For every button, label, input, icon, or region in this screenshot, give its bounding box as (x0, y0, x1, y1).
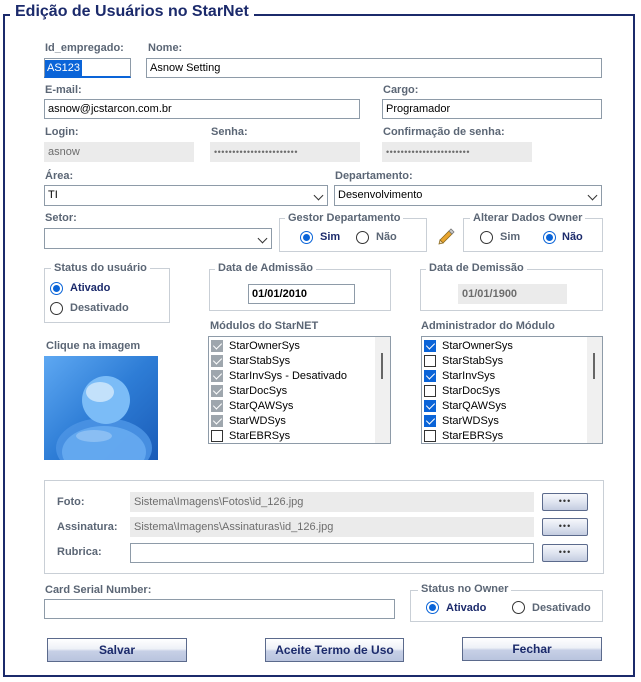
owner-title: Alterar Dados Owner (470, 212, 586, 224)
checkbox-icon[interactable] (424, 355, 436, 367)
status-desativado-label: Desativado (70, 302, 129, 314)
status-usuario-title: Status do usuário (51, 262, 150, 274)
modulos-title: Módulos do StarNET (210, 320, 319, 332)
cargo-label: Cargo: (383, 84, 419, 96)
administrador-title: Administrador do Módulo (421, 320, 555, 332)
login-input[interactable]: asnow (44, 142, 194, 162)
owner-nao-radio[interactable] (543, 231, 556, 244)
scrollbar-thumb[interactable] (381, 353, 383, 379)
checkbox-icon[interactable] (211, 355, 223, 367)
demissao-title: Data de Demissão (426, 262, 527, 274)
area-value: TI (48, 189, 58, 201)
owner-ativado-label: Ativado (446, 602, 487, 614)
owner-sim-radio[interactable] (480, 231, 493, 244)
admissao-title: Data de Admissão (215, 262, 316, 274)
checkbox-icon[interactable] (424, 415, 436, 427)
cargo-input[interactable]: Programador (382, 99, 602, 119)
setor-select[interactable] (44, 228, 272, 249)
user-avatar-icon (56, 376, 152, 460)
photo-label: Clique na imagem (46, 340, 141, 352)
departamento-select[interactable]: Desenvolvimento (334, 185, 602, 206)
checkbox-icon[interactable] (211, 430, 223, 442)
rubrica-label: Rubrica: (57, 546, 102, 558)
gestor-sim-label: Sim (320, 231, 341, 243)
checkbox-icon[interactable] (211, 400, 223, 412)
owner-desativado-label: Desativado (532, 602, 591, 614)
gestor-nao-label: Não (376, 231, 397, 243)
id-empregado-value: AS123 (45, 60, 83, 76)
login-label: Login: (45, 126, 79, 138)
area-label: Área: (45, 170, 74, 182)
rubrica-browse-button[interactable]: ••• (542, 544, 588, 562)
email-label: E-mail: (45, 84, 82, 96)
assinatura-browse-button[interactable]: ••• (542, 518, 588, 536)
confirmacao-input[interactable]: ••••••••••••••••••••••• (382, 142, 532, 162)
area-select[interactable]: TI (44, 185, 328, 206)
checkbox-icon[interactable] (211, 370, 223, 382)
card-serial-input[interactable] (44, 599, 395, 619)
foto-browse-button[interactable]: ••• (542, 493, 588, 511)
checkbox-icon[interactable] (424, 340, 436, 352)
checkbox-icon[interactable] (424, 370, 436, 382)
administrador-scrollbar[interactable] (587, 337, 602, 443)
fechar-button[interactable]: Fechar (462, 637, 602, 661)
user-photo[interactable] (44, 356, 158, 460)
chevron-down-icon (313, 190, 324, 201)
chevron-down-icon (257, 233, 268, 244)
modulos-list[interactable]: StarOwnerSys StarStabSys StarInvSys - De… (208, 336, 391, 444)
departamento-label: Departamento: (335, 170, 413, 182)
assinatura-label: Assinatura: (57, 521, 118, 533)
aceite-termo-button[interactable]: Aceite Termo de Uso (265, 638, 404, 662)
senha-label: Senha: (211, 126, 248, 138)
checkbox-icon[interactable] (424, 430, 436, 442)
assinatura-path-input[interactable]: Sistema\Imagens\Assinaturas\id_126.jpg (130, 517, 534, 537)
id-empregado-label: Id_empregado: (45, 42, 124, 54)
window-title: Edição de Usuários no StarNet (10, 3, 254, 21)
checkbox-icon[interactable] (211, 385, 223, 397)
foto-path-input[interactable]: Sistema\Imagens\Fotos\id_126.jpg (130, 492, 534, 512)
salvar-button[interactable]: Salvar (47, 638, 187, 662)
owner-ativado-radio[interactable] (426, 601, 439, 614)
gestor-title: Gestor Departamento (285, 212, 404, 224)
email-input[interactable]: asnow@jcstarcon.com.br (44, 99, 360, 119)
setor-label: Setor: (45, 212, 77, 224)
nome-input[interactable]: Asnow Setting (146, 58, 602, 78)
checkbox-icon[interactable] (424, 400, 436, 412)
foto-label: Foto: (57, 496, 85, 508)
owner-sim-label: Sim (500, 231, 521, 243)
administrador-list[interactable]: StarOwnerSys StarStabSys StarInvSys Star… (421, 336, 603, 444)
modulos-scrollbar[interactable] (375, 337, 390, 443)
confirmacao-label: Confirmação de senha: (383, 126, 505, 138)
status-desativado-radio[interactable] (50, 302, 63, 315)
status-ativado-radio[interactable] (50, 282, 63, 295)
status-usuario-group (44, 268, 170, 323)
chevron-down-icon (587, 190, 598, 201)
status-ativado-label: Ativado (70, 282, 111, 294)
nome-label: Nome: (148, 42, 183, 54)
checkbox-icon[interactable] (211, 415, 223, 427)
admissao-input[interactable]: 01/01/2010 (248, 284, 355, 304)
scrollbar-thumb[interactable] (593, 353, 595, 379)
id-empregado-input[interactable]: AS123 (44, 58, 131, 78)
checkbox-icon[interactable] (211, 340, 223, 352)
departamento-value: Desenvolvimento (338, 189, 423, 201)
gestor-sim-radio[interactable] (300, 231, 313, 244)
senha-input[interactable]: ••••••••••••••••••••••• (210, 142, 360, 162)
pencil-icon[interactable] (436, 226, 456, 246)
rubrica-path-input[interactable] (130, 543, 534, 563)
card-serial-label: Card Serial Number: (45, 584, 152, 596)
checkbox-icon[interactable] (424, 385, 436, 397)
owner-nao-label: Não (562, 231, 583, 243)
demissao-input[interactable]: 01/01/1900 (458, 284, 567, 304)
gestor-nao-radio[interactable] (356, 231, 369, 244)
status-owner-title: Status no Owner (418, 583, 512, 595)
owner-desativado-radio[interactable] (512, 601, 525, 614)
